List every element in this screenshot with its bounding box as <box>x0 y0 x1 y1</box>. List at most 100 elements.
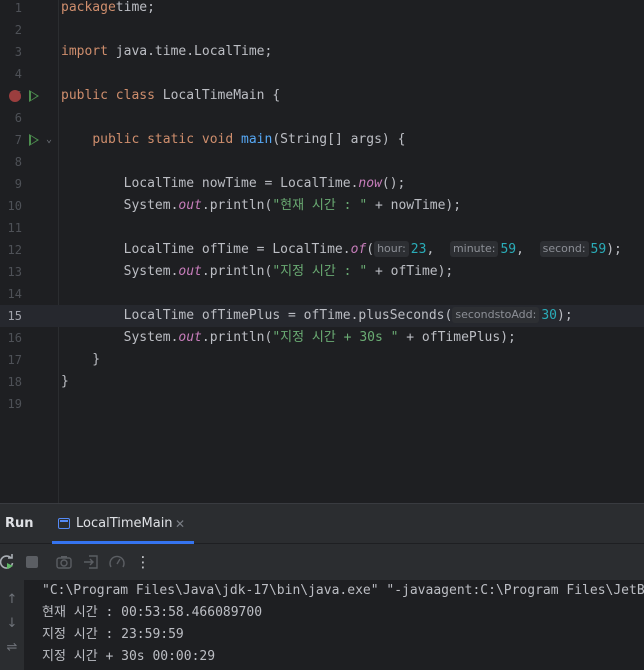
code-text: System.out.println("지정 시간 : " + ofTime); <box>61 261 454 283</box>
line-number[interactable]: 9 <box>0 173 22 195</box>
code-token: out <box>178 330 202 345</box>
code-line-17[interactable]: 17 } <box>0 349 644 371</box>
code-token: public static void <box>92 132 234 147</box>
code-text: packagetime; <box>61 0 155 19</box>
console-tab-icon <box>58 518 70 529</box>
console-output[interactable]: "C:\Program Files\Java\jdk-17\bin\java.e… <box>42 580 644 670</box>
tab-label: LocalTimeMain <box>76 516 173 531</box>
code-line-7[interactable]: 7 public static void main(String[] args)… <box>0 129 644 151</box>
parameter-hint: hour: <box>374 241 409 257</box>
run-header: Run LocalTimeMain ✕ <box>0 504 644 544</box>
fold-icon[interactable]: ⌄ <box>46 129 52 151</box>
line-number[interactable]: 6 <box>0 107 22 129</box>
code-line-18[interactable]: 18} <box>0 371 644 393</box>
code-token: "지정 시간 + 30s " <box>272 330 399 345</box>
line-number[interactable]: 19 <box>0 393 22 415</box>
code-token: out <box>178 198 202 213</box>
run-window-title: Run <box>5 516 34 531</box>
scroll-up-icon[interactable]: ↑ <box>4 592 20 608</box>
code-token: 59 <box>500 242 517 257</box>
run-gutter-icon[interactable] <box>29 134 39 146</box>
code-text: public class LocalTimeMain { <box>61 85 280 107</box>
code-token: time; <box>115 0 155 15</box>
code-token: System. <box>61 198 179 213</box>
line-number[interactable]: 3 <box>0 41 22 63</box>
code-line-16[interactable]: 16 System.out.println("지정 시간 + 30s " + o… <box>0 327 644 349</box>
soft-wrap-icon[interactable]: ⇌ <box>4 640 20 656</box>
code-line-8[interactable]: 8 <box>0 151 644 173</box>
line-number[interactable]: 4 <box>0 63 22 85</box>
line-number[interactable]: 1 <box>0 0 22 19</box>
code-line-6[interactable]: 6 <box>0 107 644 129</box>
code-line-14[interactable]: 14 <box>0 283 644 305</box>
code-token: ); <box>557 308 573 323</box>
console-line: 현재 시간 : 00:53:58.466089700 <box>42 605 263 620</box>
stop-icon[interactable] <box>23 553 41 571</box>
line-number[interactable]: 8 <box>0 151 22 173</box>
code-token: package <box>61 0 116 15</box>
run-toolbar: ⋮ <box>0 544 644 580</box>
code-line-3[interactable]: 3 import java.time.LocalTime; <box>0 41 644 63</box>
screenshot-icon[interactable] <box>55 553 73 571</box>
code-text: import java.time.LocalTime; <box>61 41 272 63</box>
code-line-15[interactable]: 15 LocalTime ofTimePlus = ofTime.plusSec… <box>0 305 644 327</box>
code-token: LocalTime ofTimePlus = ofTime.plusSecond… <box>61 308 453 323</box>
line-number[interactable]: 17 <box>0 349 22 371</box>
code-line-5[interactable]: 5public class LocalTimeMain { <box>0 85 644 107</box>
code-line-2[interactable]: 2 <box>0 19 644 41</box>
code-text: } <box>61 349 100 371</box>
code-token: } <box>61 374 69 389</box>
code-line-19[interactable]: 19 <box>0 393 644 415</box>
line-number[interactable]: 16 <box>0 327 22 349</box>
code-line-10[interactable]: 10 System.out.println("현재 시간 : " + nowTi… <box>0 195 644 217</box>
code-token: 59 <box>590 242 607 257</box>
close-tab-icon[interactable]: ✕ <box>175 504 185 544</box>
scroll-down-icon[interactable]: ↓ <box>4 616 20 632</box>
code-line-12[interactable]: 12 LocalTime ofTime = LocalTime.of(hour:… <box>0 239 644 261</box>
code-token: , <box>426 242 450 257</box>
code-token: + ofTime); <box>367 264 454 279</box>
code-text: System.out.println("지정 시간 + 30s " + ofTi… <box>61 327 516 349</box>
code-line-11[interactable]: 11 <box>0 217 644 239</box>
line-number[interactable]: 15 <box>0 305 22 327</box>
code-token: System. <box>61 330 179 345</box>
code-line-13[interactable]: 13 System.out.println("지정 시간 : " + ofTim… <box>0 261 644 283</box>
line-number[interactable]: 12 <box>0 239 22 261</box>
code-line-4[interactable]: 4 <box>0 63 644 85</box>
code-token: public class <box>61 88 155 103</box>
code-token: of <box>350 242 367 257</box>
line-number[interactable]: 18 <box>0 371 22 393</box>
line-number[interactable]: 14 <box>0 283 22 305</box>
line-number[interactable]: 11 <box>0 217 22 239</box>
profiler-icon[interactable] <box>108 553 126 571</box>
code-text: public static void main(String[] args) { <box>61 129 405 151</box>
run-side-toolbar: ↑ ↓ ⇌ <box>0 580 24 670</box>
run-gutter-icon[interactable] <box>29 90 39 102</box>
line-number[interactable]: 2 <box>0 19 22 41</box>
code-line-1[interactable]: 1 packagetime; <box>0 0 644 19</box>
line-number[interactable]: 10 <box>0 195 22 217</box>
rerun-icon[interactable] <box>0 553 16 571</box>
code-token: 23 <box>410 242 427 257</box>
code-token: + ofTimePlus); <box>398 330 516 345</box>
parameter-hint: secondstoAdd: <box>452 307 540 323</box>
code-line-9[interactable]: 9 LocalTime nowTime = LocalTime.now(); <box>0 173 644 195</box>
breakpoint-icon[interactable] <box>9 90 21 102</box>
line-number[interactable]: 13 <box>0 261 22 283</box>
code-token: } <box>61 352 101 367</box>
tab-localtimemain[interactable]: LocalTimeMain ✕ <box>52 504 194 544</box>
console-line: "C:\Program Files\Java\jdk-17\bin\java.e… <box>42 583 644 598</box>
code-text: LocalTime nowTime = LocalTime.now(); <box>61 173 406 195</box>
code-token: ( <box>366 242 375 257</box>
code-token: .println( <box>201 330 273 345</box>
code-token: System. <box>61 264 179 279</box>
code-token: LocalTime nowTime = LocalTime. <box>61 176 359 191</box>
code-token: "현재 시간 : " <box>272 198 368 213</box>
code-token: main <box>241 132 273 147</box>
code-text: LocalTime ofTimePlus = ofTime.plusSecond… <box>61 305 573 327</box>
code-editor[interactable]: 1 packagetime; 2 3 import java.time.LocalTim… <box>0 0 644 503</box>
more-icon[interactable]: ⋮ <box>134 553 152 571</box>
line-number[interactable]: 7 <box>0 129 22 151</box>
exit-icon[interactable] <box>82 553 100 571</box>
